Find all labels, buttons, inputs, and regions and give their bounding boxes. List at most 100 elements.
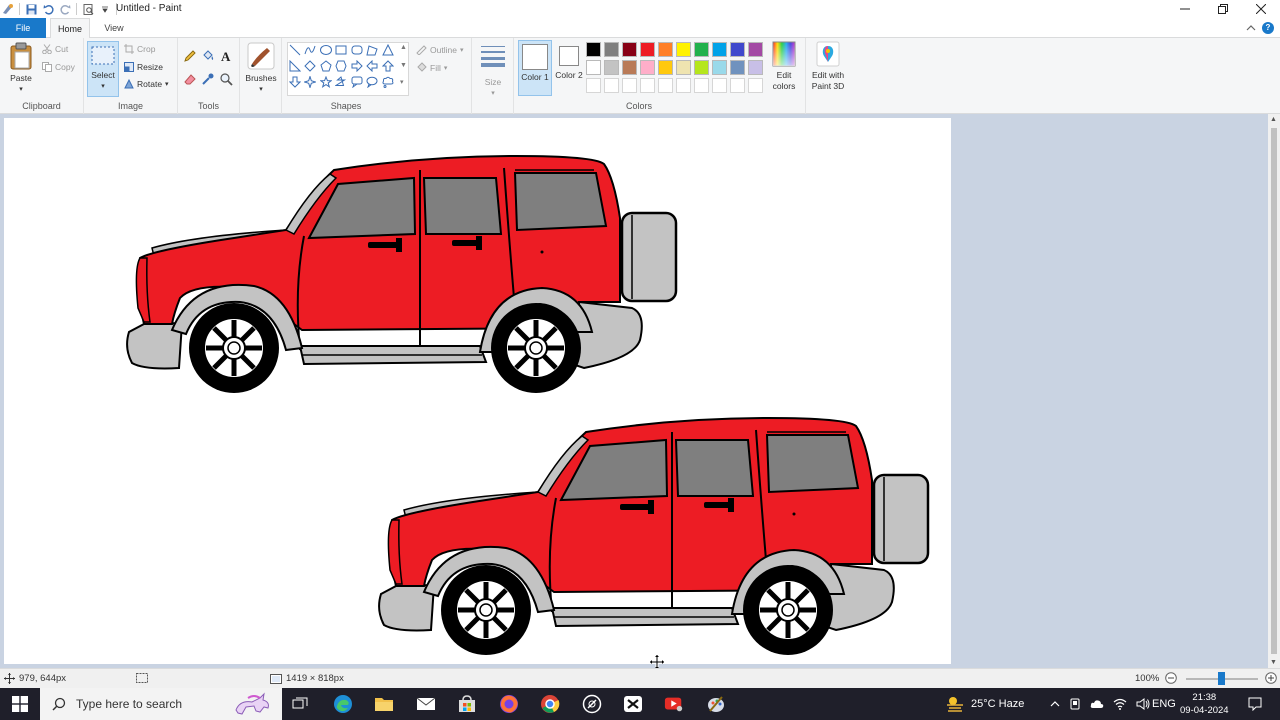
five-point-star-shape-icon[interactable] — [319, 75, 333, 89]
scrollbar-thumb[interactable] — [1271, 128, 1277, 654]
paste-button[interactable]: Paste ▾ — [6, 42, 36, 95]
curve-shape-icon[interactable] — [303, 43, 317, 57]
palette-swatch[interactable] — [622, 42, 637, 57]
oval-callout-shape-icon[interactable] — [365, 75, 379, 89]
down-arrow-shape-icon[interactable] — [288, 75, 302, 89]
show-hidden-icons-icon[interactable] — [1050, 700, 1060, 708]
six-point-star-shape-icon[interactable] — [334, 75, 348, 89]
start-button[interactable] — [0, 688, 40, 720]
palette-swatch[interactable] — [730, 60, 745, 75]
palette-swatch[interactable] — [676, 42, 691, 57]
mail-icon[interactable] — [416, 694, 436, 714]
right-arrow-shape-icon[interactable] — [350, 59, 364, 73]
palette-swatch[interactable] — [640, 42, 655, 57]
redo-icon[interactable] — [59, 3, 71, 15]
fill-bucket-icon[interactable] — [200, 48, 216, 64]
shapes-scroll-down-icon[interactable]: ▼ — [400, 62, 407, 69]
custom-color-slot[interactable] — [658, 78, 673, 93]
palette-swatch[interactable] — [604, 42, 619, 57]
custom-color-slot[interactable] — [622, 78, 637, 93]
palette-swatch[interactable] — [586, 42, 601, 57]
device-icon[interactable] — [1069, 698, 1081, 710]
magnifier-icon[interactable] — [218, 71, 234, 87]
palette-swatch[interactable] — [586, 60, 601, 75]
shapes-more-icon[interactable]: ▾ — [400, 78, 404, 86]
zoom-in-button[interactable] — [1265, 672, 1277, 684]
custom-color-slot[interactable] — [604, 78, 619, 93]
palette-swatch[interactable] — [694, 60, 709, 75]
palette-swatch[interactable] — [748, 60, 763, 75]
edit-with-paint3d-button[interactable]: Edit with Paint 3D — [808, 41, 848, 92]
resize-button[interactable]: Resize — [124, 62, 163, 72]
copy-button[interactable]: Copy — [42, 62, 75, 72]
custom-color-slot[interactable] — [730, 78, 745, 93]
cut-button[interactable]: Cut — [42, 44, 68, 54]
diamond-shape-icon[interactable] — [303, 59, 317, 73]
custom-color-slot[interactable] — [712, 78, 727, 93]
language-indicator[interactable]: ENG — [1152, 688, 1176, 720]
polygon-shape-icon[interactable] — [365, 43, 379, 57]
palette-swatch[interactable] — [658, 60, 673, 75]
palette-swatch[interactable] — [748, 42, 763, 57]
palette-swatch[interactable] — [694, 42, 709, 57]
palette-swatch[interactable] — [622, 60, 637, 75]
wifi-icon[interactable] — [1113, 698, 1127, 710]
tab-file[interactable]: File — [0, 18, 46, 38]
text-icon[interactable]: A — [218, 48, 234, 64]
microsoft-store-icon[interactable] — [457, 694, 477, 714]
rotate-button[interactable]: Rotate ▾ — [124, 79, 169, 89]
palette-swatch[interactable] — [712, 42, 727, 57]
rounded-callout-shape-icon[interactable] — [350, 75, 364, 89]
zoom-slider-thumb[interactable] — [1218, 672, 1225, 685]
taskbar-search-box[interactable]: Type here to search — [40, 688, 282, 720]
rounded-rectangle-shape-icon[interactable] — [350, 43, 364, 57]
oval-shape-icon[interactable] — [319, 43, 333, 57]
cloud-callout-shape-icon[interactable] — [381, 75, 395, 89]
drawing-canvas[interactable] — [4, 118, 951, 664]
pentagon-shape-icon[interactable] — [319, 59, 333, 73]
custom-color-slot[interactable] — [676, 78, 691, 93]
shapes-scroll-up-icon[interactable]: ▲ — [400, 44, 407, 51]
triangle-shape-icon[interactable] — [381, 43, 395, 57]
tab-home[interactable]: Home — [50, 18, 90, 39]
help-icon[interactable]: ? — [1262, 22, 1274, 34]
outline-button[interactable]: Outline ▾ — [416, 44, 463, 55]
customize-toolbar-icon[interactable] — [99, 3, 111, 15]
minimize-button[interactable] — [1166, 0, 1204, 18]
palette-swatch[interactable] — [640, 60, 655, 75]
color1-button[interactable]: Color 1 — [518, 40, 552, 96]
file-explorer-icon[interactable] — [374, 694, 394, 714]
palette-swatch[interactable] — [712, 60, 727, 75]
palette-swatch[interactable] — [604, 60, 619, 75]
taskbar-clock[interactable]: 21:38 09-04-2024 — [1180, 691, 1229, 717]
fill-button[interactable]: Fill ▾ — [416, 62, 447, 73]
scroll-down-icon[interactable]: ▼ — [1270, 659, 1277, 666]
line-shape-icon[interactable] — [288, 43, 302, 57]
custom-color-slot[interactable] — [694, 78, 709, 93]
rectangle-shape-icon[interactable] — [334, 43, 348, 57]
edge-browser-icon[interactable] — [333, 694, 353, 714]
custom-color-slot[interactable] — [586, 78, 601, 93]
color2-button[interactable]: Color 2 — [554, 40, 584, 81]
chrome-icon[interactable] — [540, 694, 560, 714]
vertical-scrollbar[interactable]: ▲ ▼ — [1268, 114, 1280, 668]
weather-widget[interactable]: 25°C Haze — [945, 688, 1024, 720]
hexagon-shape-icon[interactable] — [334, 59, 348, 73]
notifications-button[interactable] — [1248, 688, 1262, 720]
pencil-icon[interactable] — [182, 48, 198, 64]
custom-color-slot[interactable] — [748, 78, 763, 93]
crop-button[interactable]: Crop — [124, 44, 155, 54]
palette-swatch[interactable] — [658, 42, 673, 57]
task-view-icon[interactable] — [290, 694, 310, 714]
color-picker-icon[interactable] — [200, 71, 216, 87]
edit-colors-button[interactable]: Edit colors — [766, 41, 802, 92]
palette-swatch[interactable] — [676, 60, 691, 75]
custom-color-slot[interactable] — [640, 78, 655, 93]
size-button[interactable]: Size ▾ — [476, 42, 510, 99]
restore-button[interactable] — [1204, 0, 1242, 18]
left-arrow-shape-icon[interactable] — [365, 59, 379, 73]
capcut-icon[interactable] — [623, 694, 643, 714]
brushes-button[interactable]: Brushes ▾ — [245, 42, 277, 95]
select-button[interactable]: Select ▾ — [87, 41, 119, 97]
volume-icon[interactable] — [1136, 698, 1150, 710]
